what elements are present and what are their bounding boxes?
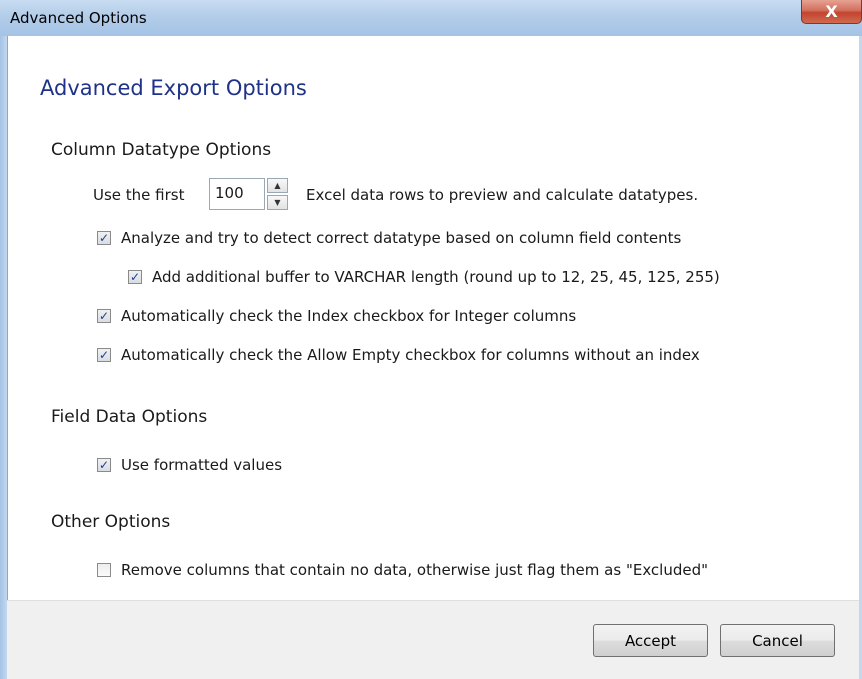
index-integer-label[interactable]: Automatically check the Index checkbox f…: [121, 307, 576, 325]
preview-prefix-label: Use the first: [93, 186, 185, 204]
title-bar[interactable]: Advanced Options X: [0, 0, 862, 36]
window-title: Advanced Options: [10, 9, 147, 27]
section-title-other: Other Options: [51, 512, 171, 532]
section-title-field-data: Field Data Options: [51, 407, 208, 427]
analyze-datatype-label[interactable]: Analyze and try to detect correct dataty…: [121, 229, 681, 247]
allow-empty-checkbox[interactable]: ✓: [97, 348, 111, 362]
close-icon: X: [825, 2, 838, 21]
section-title-column-datatype: Column Datatype Options: [51, 140, 272, 160]
preview-rows-input[interactable]: 100: [209, 178, 265, 210]
remove-empty-columns-label[interactable]: Remove columns that contain no data, oth…: [121, 561, 708, 579]
index-integer-checkbox[interactable]: ✓: [97, 309, 111, 323]
varchar-buffer-checkbox[interactable]: ✓: [128, 270, 142, 284]
checkmark-icon: ✓: [98, 309, 110, 323]
varchar-buffer-label[interactable]: Add additional buffer to VARCHAR length …: [152, 268, 720, 286]
use-formatted-values-checkbox[interactable]: ✓: [97, 458, 111, 472]
preview-suffix-label: Excel data rows to preview and calculate…: [306, 186, 699, 204]
accept-button[interactable]: Accept: [593, 624, 708, 657]
checkmark-icon: ✓: [98, 348, 110, 362]
checkmark-icon: ✓: [98, 458, 110, 472]
checkmark-icon: ✓: [98, 231, 110, 245]
close-button[interactable]: X: [801, 0, 862, 24]
page-title: Advanced Export Options: [40, 76, 307, 100]
use-formatted-values-label[interactable]: Use formatted values: [121, 456, 282, 474]
preview-rows-stepper[interactable]: 100 ▲ ▼: [209, 178, 295, 210]
allow-empty-label[interactable]: Automatically check the Allow Empty chec…: [121, 346, 700, 364]
remove-empty-columns-checkbox[interactable]: [97, 563, 111, 577]
analyze-datatype-checkbox[interactable]: ✓: [97, 231, 111, 245]
checkmark-icon: ✓: [129, 270, 141, 284]
cancel-button[interactable]: Cancel: [720, 624, 835, 657]
window-frame-left: [0, 36, 7, 679]
chevron-down-icon[interactable]: ▼: [267, 195, 288, 210]
chevron-up-icon[interactable]: ▲: [267, 178, 288, 193]
